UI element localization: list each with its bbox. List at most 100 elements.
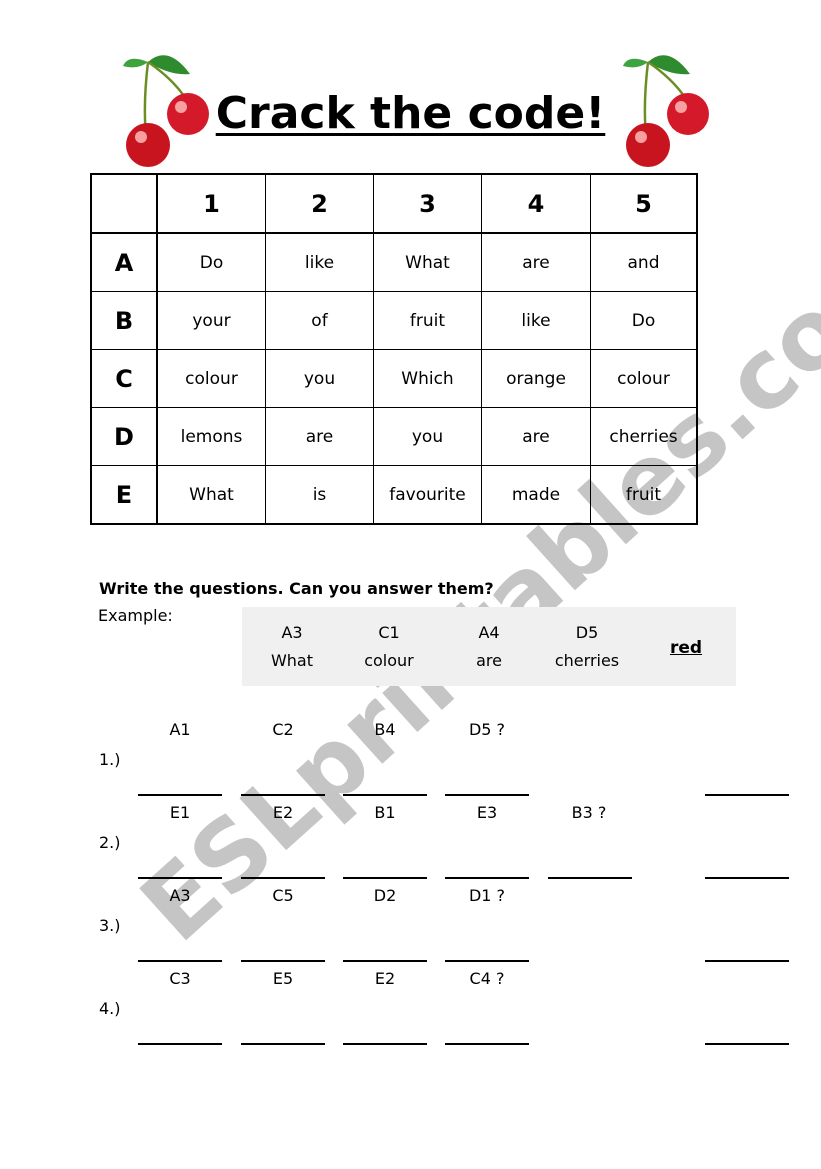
grid-cell: cherries: [590, 407, 698, 466]
grid-cell: Do: [590, 291, 698, 350]
question-code: A3: [169, 886, 191, 905]
example-item: D5 cherries: [532, 619, 642, 675]
title-text: Crack the code!: [215, 88, 606, 139]
grid-cell: What: [373, 232, 482, 292]
grid-cell: lemons: [156, 407, 266, 466]
question-code: A1: [169, 720, 191, 739]
grid-cell: colour: [590, 349, 698, 408]
answer-blank[interactable]: [241, 877, 325, 879]
grid-cell: your: [156, 291, 266, 350]
question-code: B3 ?: [571, 803, 607, 822]
question-number: 3.): [99, 916, 121, 935]
grid-cell: you: [373, 407, 482, 466]
grid-cell: like: [481, 291, 591, 350]
question-code: E1: [169, 803, 191, 822]
example-item: C1 colour: [334, 619, 444, 675]
question-code: D2: [373, 886, 397, 905]
grid-cell: Do: [156, 232, 266, 292]
grid-cell: you: [265, 349, 374, 408]
answer-blank[interactable]: [343, 960, 427, 962]
answer-blank[interactable]: [241, 1043, 325, 1045]
question-number: 2.): [99, 833, 121, 852]
question-code: E2: [374, 969, 396, 988]
answer-blank[interactable]: [138, 1043, 222, 1045]
question-number: 4.): [99, 999, 121, 1018]
grid-row: Dlemons are you are cherries: [90, 407, 698, 466]
grid-cell: orange: [481, 349, 591, 408]
row-header: C: [90, 349, 158, 408]
grid-cell: and: [590, 232, 698, 292]
grid-cell: like: [265, 232, 374, 292]
column-header: 3: [373, 173, 482, 234]
grid-row: E What is favourite made fruit: [90, 465, 698, 525]
answer-blank[interactable]: [445, 794, 529, 796]
example-word: are: [476, 651, 502, 670]
answer-blank[interactable]: [138, 794, 222, 796]
answer-blank[interactable]: [445, 960, 529, 962]
answer-line[interactable]: [705, 877, 789, 879]
example-word: What: [270, 651, 314, 670]
column-header: 2: [265, 173, 374, 234]
answer-line[interactable]: [705, 960, 789, 962]
grid-corner: [90, 173, 158, 234]
row-header: A: [90, 232, 158, 292]
question-code: E3: [476, 803, 498, 822]
answer-blank[interactable]: [241, 960, 325, 962]
example-item: A3 What: [237, 619, 347, 675]
question-code: E5: [272, 969, 294, 988]
question-code: C4 ?: [469, 969, 505, 988]
answer-blank[interactable]: [343, 877, 427, 879]
grid-cell: are: [265, 407, 374, 466]
example-code: D5: [575, 623, 599, 642]
grid-cell: made: [481, 465, 591, 525]
grid-cell: fruit: [373, 291, 482, 350]
answer-blank[interactable]: [445, 877, 529, 879]
question-code: D5 ?: [468, 720, 506, 739]
answer-blank[interactable]: [241, 794, 325, 796]
answer-line[interactable]: [705, 1043, 789, 1045]
grid-row: A Do like What are and: [90, 232, 698, 292]
example-word: colour: [364, 651, 414, 670]
row-header: D: [90, 407, 158, 466]
grid-cell: Which: [373, 349, 482, 408]
grid-cell: favourite: [373, 465, 482, 525]
grid-cell: colour: [156, 349, 266, 408]
question-code: C2: [272, 720, 294, 739]
question-code: B4: [374, 720, 396, 739]
question-number: 1.): [99, 750, 121, 769]
row-header: E: [90, 465, 158, 525]
answer-blank[interactable]: [343, 794, 427, 796]
example-word: cherries: [554, 651, 620, 670]
answer-blank[interactable]: [445, 1043, 529, 1045]
grid-header-row: 1 2 3 4 5: [90, 173, 698, 234]
example-answer: red: [669, 638, 703, 658]
example-label: Example:: [98, 606, 173, 625]
example-item: A4 are: [434, 619, 544, 675]
page-title: Crack the code!: [0, 88, 821, 139]
row-header: B: [90, 291, 158, 350]
answer-blank[interactable]: [343, 1043, 427, 1045]
instructions: Write the questions. Can you answer them…: [99, 579, 494, 598]
code-grid: 1 2 3 4 5 A Do like What are and Byour of fruit l…: [90, 173, 698, 525]
column-header: 5: [590, 173, 698, 234]
grid-cell: are: [481, 407, 591, 466]
grid-row: Byour of fruit like Do: [90, 291, 698, 350]
grid-cell: is: [265, 465, 374, 525]
question-code: C5: [272, 886, 294, 905]
grid-cell: are: [481, 232, 591, 292]
example-code: A4: [478, 623, 500, 642]
example-code: C1: [378, 623, 400, 642]
answer-blank[interactable]: [138, 960, 222, 962]
question-code: D1 ?: [468, 886, 506, 905]
grid-row: Ccolour you Which orange colour: [90, 349, 698, 408]
grid-cell: fruit: [590, 465, 698, 525]
question-code: B1: [374, 803, 396, 822]
answer-blank[interactable]: [138, 877, 222, 879]
question-code: C3: [169, 969, 191, 988]
answer-line[interactable]: [705, 794, 789, 796]
column-header: 1: [156, 173, 266, 234]
grid-cell: What: [156, 465, 266, 525]
answer-blank[interactable]: [548, 877, 632, 879]
column-header: 4: [481, 173, 591, 234]
question-code: E2: [272, 803, 294, 822]
